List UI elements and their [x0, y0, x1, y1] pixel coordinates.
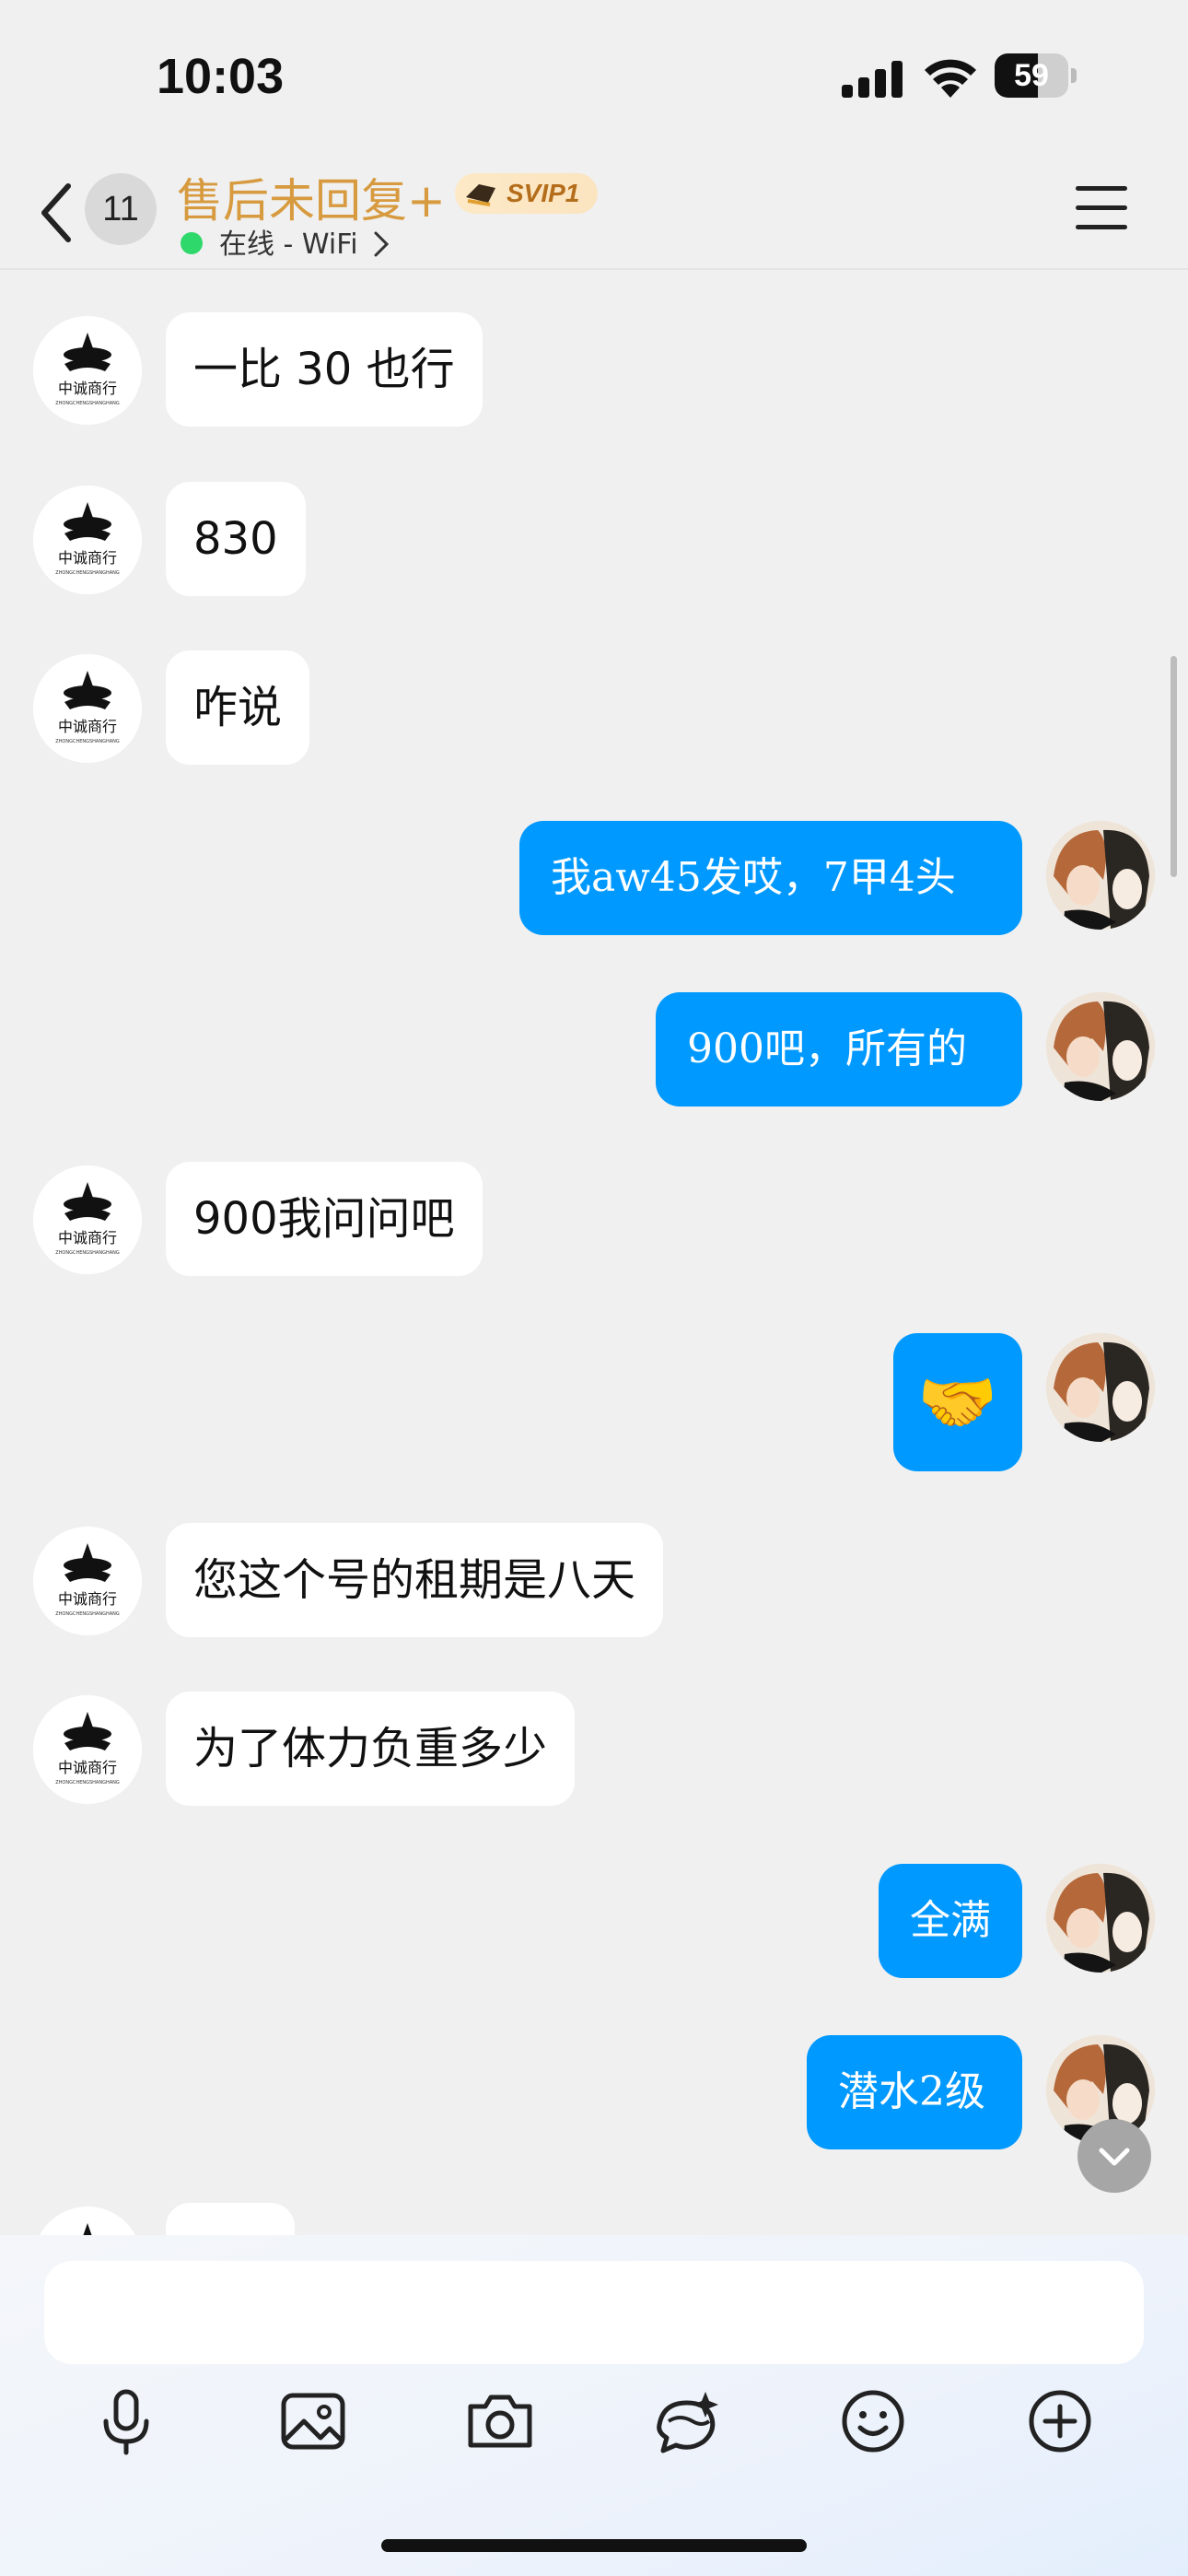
status-time: 10:03: [157, 49, 285, 104]
svg-text:中诚商行: 中诚商行: [58, 1759, 117, 1776]
battery-icon: 59: [995, 53, 1077, 98]
svip-badge[interactable]: SVIP1: [455, 173, 599, 214]
emoji-icon[interactable]: [836, 2384, 910, 2458]
user-avatar[interactable]: [1046, 821, 1155, 930]
svg-text:ZHONGCHENGSHANGHANG: ZHONGCHENGSHANGHANG: [55, 1780, 120, 1786]
chevron-right-icon: [374, 231, 389, 256]
anime-avatar-icon: [1046, 821, 1155, 930]
message-bubble-incoming[interactable]: 一比 30 也行: [166, 312, 483, 427]
message-input[interactable]: [44, 2261, 1144, 2364]
cellular-signal-icon: [842, 61, 903, 98]
svg-text:中诚商行: 中诚商行: [58, 1590, 117, 1608]
user-avatar[interactable]: [1046, 992, 1155, 1101]
online-dot: [181, 231, 203, 254]
user-avatar[interactable]: [1046, 1864, 1155, 1973]
online-status-text: 在线 - WiFi: [219, 228, 358, 261]
contact-avatar[interactable]: [33, 2207, 142, 2235]
status-bar: 10:03 59: [0, 0, 1188, 157]
svg-text:中诚商行: 中诚商行: [58, 1229, 117, 1247]
company-logo-icon: [40, 2207, 135, 2235]
svg-text:ZHONGCHENGSHANGHANG: ZHONGCHENGSHANGHANG: [55, 401, 120, 406]
message-bubble-outgoing[interactable]: 900吧，所有的: [656, 992, 1022, 1107]
image-icon[interactable]: [276, 2384, 350, 2458]
back-icon[interactable]: [35, 181, 81, 245]
composer-bar: [0, 2235, 1188, 2576]
wifi-icon: [925, 59, 976, 98]
svip-label: SVIP1: [507, 179, 580, 207]
message-bubble-outgoing[interactable]: 我aw45发哎，7甲4头: [519, 821, 1022, 935]
contact-avatar[interactable]: 中诚商行 ZHONGCHENGSHANGHANG: [33, 486, 142, 594]
contact-avatar[interactable]: 中诚商行 ZHONGCHENGSHANGHANG: [33, 1527, 142, 1635]
contact-avatar[interactable]: 中诚商行 ZHONGCHENGSHANGHANG: [33, 1165, 142, 1274]
svg-text:中诚商行: 中诚商行: [58, 380, 117, 397]
anime-avatar-icon: [1046, 1333, 1155, 1442]
user-avatar[interactable]: [1046, 1333, 1155, 1442]
svg-text:ZHONGCHENGSHANGHANG: ZHONGCHENGSHANGHANG: [55, 739, 120, 744]
message-bubble-incoming[interactable]: 830: [166, 482, 306, 596]
message-bubble-incoming-partial[interactable]: [166, 2203, 295, 2235]
company-logo-icon: 中诚商行 ZHONGCHENGSHANGHANG: [33, 1527, 142, 1635]
message-bubble-incoming[interactable]: 为了体力负重多少: [166, 1692, 576, 1806]
camera-icon[interactable]: [463, 2384, 537, 2458]
message-bubble-outgoing-emoji[interactable]: 🤝: [893, 1333, 1022, 1471]
svg-text:中诚商行: 中诚商行: [58, 549, 117, 567]
anime-avatar-icon: [1046, 1864, 1155, 1973]
company-logo-icon: 中诚商行 ZHONGCHENGSHANGHANG: [33, 1695, 142, 1804]
online-status[interactable]: 在线 - WiFi: [181, 221, 390, 262]
message-bubble-outgoing[interactable]: 潜水2级: [807, 2035, 1022, 2149]
company-logo-icon: 中诚商行 ZHONGCHENGSHANGHANG: [33, 654, 142, 763]
company-logo-icon: 中诚商行 ZHONGCHENGSHANGHANG: [33, 316, 142, 425]
svg-text:ZHONGCHENGSHANGHANG: ZHONGCHENGSHANGHANG: [55, 570, 120, 576]
contact-avatar[interactable]: 中诚商行 ZHONGCHENGSHANGHANG: [33, 1695, 142, 1804]
unread-count-badge[interactable]: 11: [85, 173, 157, 245]
crown-icon: [466, 184, 495, 206]
contact-avatar[interactable]: 中诚商行 ZHONGCHENGSHANGHANG: [33, 654, 142, 763]
message-bubble-incoming[interactable]: 您这个号的租期是八天: [166, 1523, 664, 1637]
battery-percent: 59: [1014, 58, 1049, 93]
message-list[interactable]: 中诚商行 ZHONGCHENGSHANGHANG 一比 30 也行 中诚商行 Z…: [0, 270, 1188, 2235]
svg-text:ZHONGCHENGSHANGHANG: ZHONGCHENGSHANGHANG: [55, 1250, 120, 1256]
message-bubble-outgoing[interactable]: 全满: [879, 1864, 1022, 1978]
scroll-to-bottom-button[interactable]: [1077, 2119, 1151, 2193]
anime-avatar-icon: [1046, 992, 1155, 1101]
plus-icon[interactable]: [1023, 2384, 1097, 2458]
contact-avatar[interactable]: 中诚商行 ZHONGCHENGSHANGHANG: [33, 316, 142, 425]
message-bubble-incoming[interactable]: 900我问问吧: [166, 1162, 483, 1276]
scroll-indicator[interactable]: [1171, 656, 1177, 877]
sticker-icon[interactable]: [650, 2384, 724, 2458]
microphone-icon[interactable]: [89, 2384, 163, 2458]
svg-text:中诚商行: 中诚商行: [58, 718, 117, 735]
svg-text:ZHONGCHENGSHANGHANG: ZHONGCHENGSHANGHANG: [55, 1611, 120, 1617]
chevron-down-icon: [1099, 2148, 1130, 2166]
company-logo-icon: 中诚商行 ZHONGCHENGSHANGHANG: [33, 1165, 142, 1274]
company-logo-icon: 中诚商行 ZHONGCHENGSHANGHANG: [33, 486, 142, 594]
message-bubble-incoming[interactable]: 咋说: [166, 650, 310, 765]
home-indicator[interactable]: [381, 2539, 807, 2552]
menu-icon[interactable]: [1076, 186, 1127, 232]
